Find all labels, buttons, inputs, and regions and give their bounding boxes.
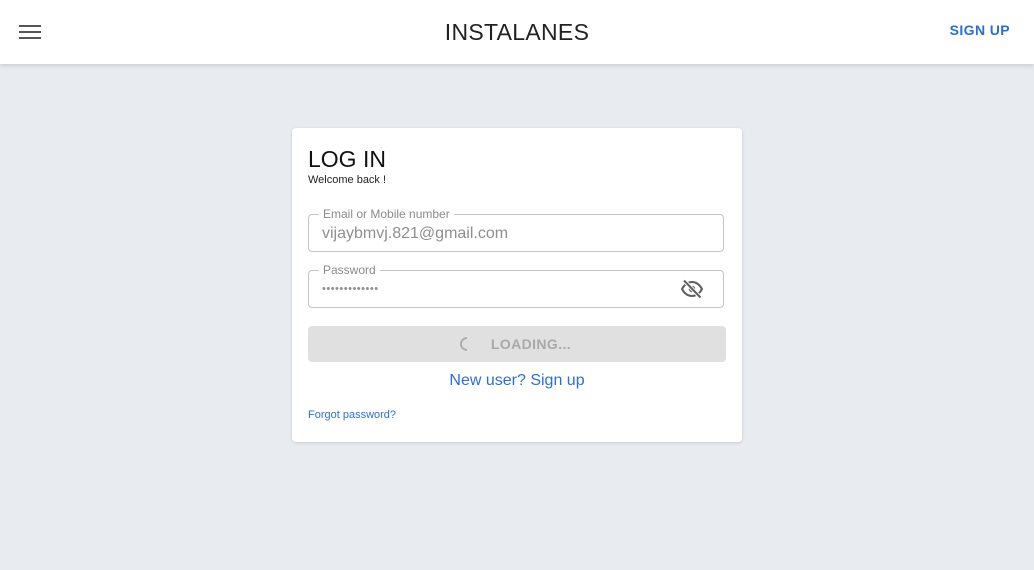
login-submit-button[interactable]: LOADING... <box>308 326 726 362</box>
toggle-password-visibility-button[interactable] <box>680 279 704 299</box>
email-field-label: Email or Mobile number <box>319 207 454 221</box>
forgot-password-link[interactable]: Forgot password? <box>308 409 396 421</box>
login-title: LOG IN <box>308 146 386 172</box>
brand-title: INSTALANES <box>444 19 590 45</box>
new-user-signup-link[interactable]: New user? Sign up <box>292 372 742 390</box>
hamburger-menu-icon <box>19 25 41 39</box>
spinner-icon <box>459 337 467 351</box>
password-field[interactable]: Password ••••••••••••• <box>308 263 724 308</box>
signup-header-button[interactable]: SIGN UP <box>950 22 1010 38</box>
app-bar: INSTALANES SIGN UP <box>0 0 1034 64</box>
login-card: LOG IN Welcome back ! Email or Mobile nu… <box>292 128 742 442</box>
password-field-value[interactable]: ••••••••••••• <box>322 282 379 296</box>
password-field-label: Password <box>319 263 380 277</box>
menu-button[interactable] <box>12 16 48 48</box>
eye-off-icon <box>680 279 704 299</box>
email-field[interactable]: Email or Mobile number vijaybmvj.821@gma… <box>308 207 724 252</box>
login-subtitle: Welcome back ! <box>308 174 387 186</box>
email-field-value[interactable]: vijaybmvj.821@gmail.com <box>322 225 508 243</box>
login-submit-label: LOADING... <box>490 336 572 352</box>
